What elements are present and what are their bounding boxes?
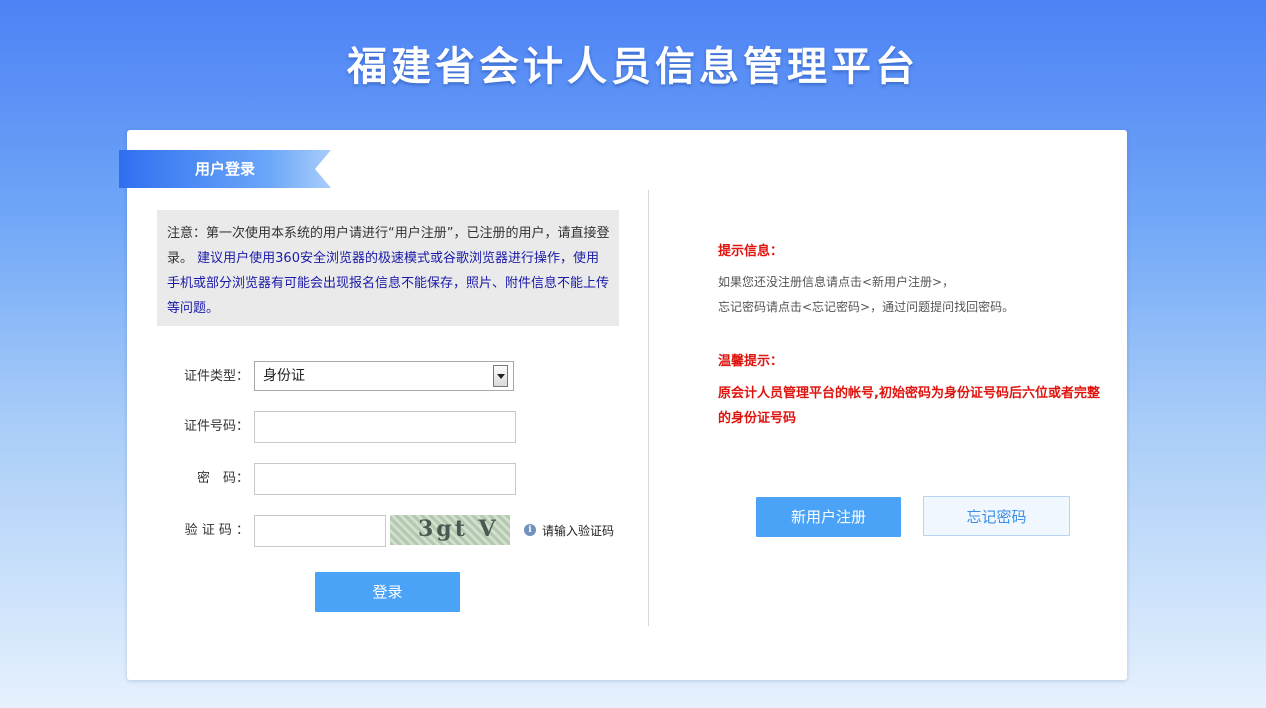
warm-tips-text: 原会计人员管理平台的帐号,初始密码为身份证号码后六位或者完整的身份证号码 — [718, 386, 1100, 426]
divider — [648, 190, 649, 626]
captcha-image[interactable]: 3gt V — [390, 515, 510, 545]
login-heading: 用户登录 — [195, 160, 256, 178]
login-button[interactable]: 登录 — [315, 572, 460, 612]
captcha-label: 验 证 码 ： — [184, 523, 249, 538]
tips-line-2: 忘记密码请点击<忘记密码>，通过问题提问找回密码。 — [718, 300, 1015, 314]
captcha-hint: 请输入验证码 — [542, 524, 615, 538]
captcha-row: 验 证 码 ： 3gt V i 请输入验证码 — [177, 515, 617, 547]
login-notice: 注意：第一次使用本系统的用户请进行“用户注册”，已注册的用户，请直接登录。 建议… — [157, 210, 619, 326]
id-number-label: 证件号码： — [183, 419, 249, 434]
notice-highlight: 建议用户使用360安全浏览器的极速模式或谷歌浏览器进行操作，使用手机或部分浏览器… — [167, 251, 610, 316]
captcha-image-text: 3gt V — [418, 516, 499, 542]
password-label: 密 码： — [196, 471, 249, 486]
id-type-value: 身份证 — [263, 368, 305, 384]
id-number-input[interactable] — [254, 411, 516, 443]
site-title: 福建省会计人员信息管理平台 — [347, 43, 919, 90]
tips-body: 如果您还没注册信息请点击<新用户注册>， 忘记密码请点击<忘记密码>，通过问题提… — [718, 270, 1014, 320]
tips-line-1: 如果您还没注册信息请点击<新用户注册>， — [718, 275, 955, 289]
forgot-password-button[interactable]: 忘记密码 — [923, 496, 1070, 536]
register-button[interactable]: 新用户注册 — [756, 497, 901, 537]
password-input[interactable] — [254, 463, 516, 495]
warm-tips-heading: 温馨提示： — [718, 354, 784, 369]
chevron-down-icon[interactable] — [493, 365, 508, 387]
captcha-input[interactable] — [254, 515, 386, 547]
login-card: 用户登录 注意：第一次使用本系统的用户请进行“用户注册”，已注册的用户，请直接登… — [119, 130, 1127, 680]
info-icon: i — [524, 524, 536, 536]
id-type-label: 证件类型： — [183, 369, 249, 384]
id-type-select[interactable]: 身份证 — [254, 361, 514, 391]
tips-heading: 提示信息： — [718, 244, 784, 259]
